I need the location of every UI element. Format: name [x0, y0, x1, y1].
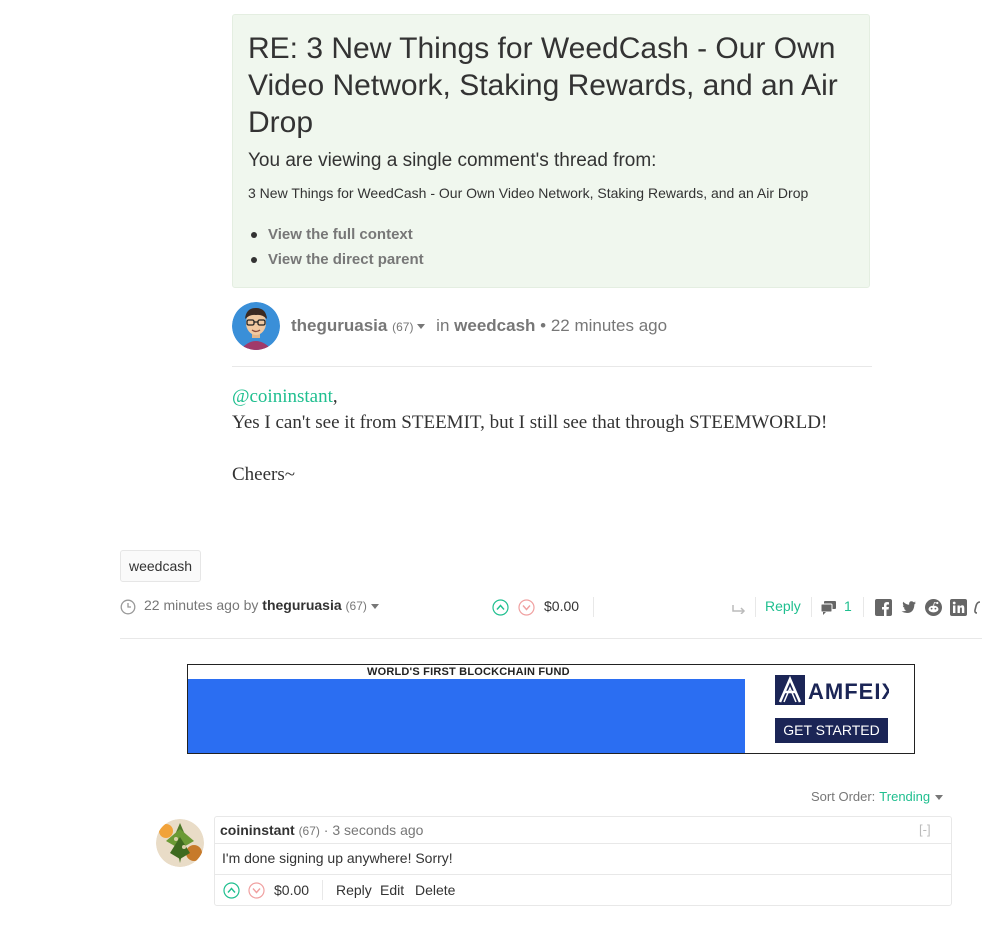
view-full-context-label[interactable]: View the full context	[268, 226, 413, 243]
comment-author-line: theguruasia (67) in weedcash • 22 minute…	[291, 316, 667, 336]
divider	[214, 874, 952, 875]
tag-weedcash[interactable]: weedcash	[120, 550, 202, 582]
ad-brand: AMFEIX	[808, 679, 889, 704]
thread-title: RE: 3 New Things for WeedCash - Our Own …	[248, 32, 838, 139]
mention-link[interactable]: @coininstant	[232, 386, 333, 407]
comment-line-2: Cheers~	[232, 464, 296, 485]
reddit-icon[interactable]	[925, 599, 942, 616]
in-label: in	[436, 316, 450, 335]
footer-timestamp: 22 minutes ago by theguruasia (67)	[144, 597, 379, 613]
reply-reply-button[interactable]: Reply	[336, 882, 372, 898]
twitter-icon[interactable]	[900, 599, 917, 616]
reply-button[interactable]: Reply	[765, 598, 801, 614]
divider	[322, 880, 323, 900]
reply-author-reputation: (67)	[298, 824, 320, 838]
get-started-button[interactable]: GET STARTED	[775, 718, 888, 743]
view-direct-parent-link[interactable]: View the direct parent	[250, 251, 424, 276]
reply-author-name[interactable]: coininstant	[220, 822, 295, 838]
bullet-icon	[251, 232, 257, 238]
link-icon[interactable]	[974, 599, 982, 616]
community-link[interactable]: weedcash	[454, 316, 535, 335]
comment-body: @coininstant, Yes I can't see it from ST…	[232, 384, 892, 488]
divider	[232, 366, 872, 367]
collapse-toggle[interactable]: [-]	[919, 822, 931, 837]
footer-time-by[interactable]: 22 minutes ago by	[144, 597, 258, 613]
sort-label: Sort Order:	[811, 789, 876, 804]
comment-time[interactable]: 22 minutes ago	[551, 316, 667, 335]
comments-count[interactable]: 1	[844, 598, 852, 614]
divider	[863, 597, 864, 617]
reply-delete-button[interactable]: Delete	[415, 882, 455, 898]
comment-line-1: Yes I can't see it from STEEMIT, but I s…	[232, 412, 828, 433]
caret-down-icon[interactable]	[417, 324, 426, 330]
ad-image-area[interactable]	[188, 679, 745, 753]
footer-reputation: (67)	[345, 599, 367, 613]
thread-subtitle: You are viewing a single comment's threa…	[248, 150, 657, 171]
facebook-icon[interactable]	[875, 599, 892, 616]
resteem-icon[interactable]	[731, 600, 747, 614]
reply-author-line: coininstant (67) · 3 seconds ago	[220, 822, 423, 838]
view-full-context-link[interactable]: View the full context	[250, 226, 424, 251]
reply-author-avatar[interactable]	[156, 819, 204, 867]
linkedin-icon[interactable]	[950, 599, 967, 616]
upvote-icon[interactable]	[223, 882, 240, 899]
payout-value[interactable]: $0.00	[544, 598, 579, 614]
parent-post-link[interactable]: 3 New Things for WeedCash - Our Own Vide…	[248, 185, 808, 201]
bullet-icon	[251, 257, 257, 263]
clock-icon	[120, 599, 136, 615]
caret-down-icon[interactable]	[935, 795, 944, 801]
reply-payout[interactable]: $0.00	[274, 882, 309, 898]
separator-dot: •	[540, 316, 547, 335]
downvote-icon[interactable]	[248, 882, 265, 899]
view-direct-parent-label[interactable]: View the direct parent	[268, 251, 424, 268]
divider	[755, 597, 756, 617]
mention-suffix: ,	[332, 386, 338, 407]
divider	[120, 638, 982, 639]
sort-order: Sort Order: Trending	[811, 789, 944, 804]
sort-dropdown[interactable]: Trending	[879, 789, 930, 804]
context-links: View the full context View the direct pa…	[250, 226, 424, 276]
downvote-icon[interactable]	[518, 599, 535, 616]
author-avatar[interactable]	[232, 302, 280, 350]
caret-down-icon[interactable]	[370, 603, 379, 609]
divider	[593, 597, 594, 617]
comments-icon[interactable]	[820, 600, 837, 615]
reply-body: I'm done signing up anywhere! Sorry!	[222, 850, 453, 866]
author-reputation: (67)	[392, 320, 414, 334]
author-name[interactable]: theguruasia	[291, 316, 387, 335]
upvote-icon[interactable]	[492, 599, 509, 616]
separator-dot: ·	[323, 822, 329, 838]
reply-edit-button[interactable]: Edit	[380, 882, 404, 898]
amfeix-logo: AMFEIX	[775, 675, 889, 705]
footer-author[interactable]: theguruasia	[262, 597, 341, 613]
divider	[811, 597, 812, 617]
reply-time[interactable]: 3 seconds ago	[332, 822, 423, 838]
ad-headline: WORLD'S FIRST BLOCKCHAIN FUND	[367, 666, 570, 678]
